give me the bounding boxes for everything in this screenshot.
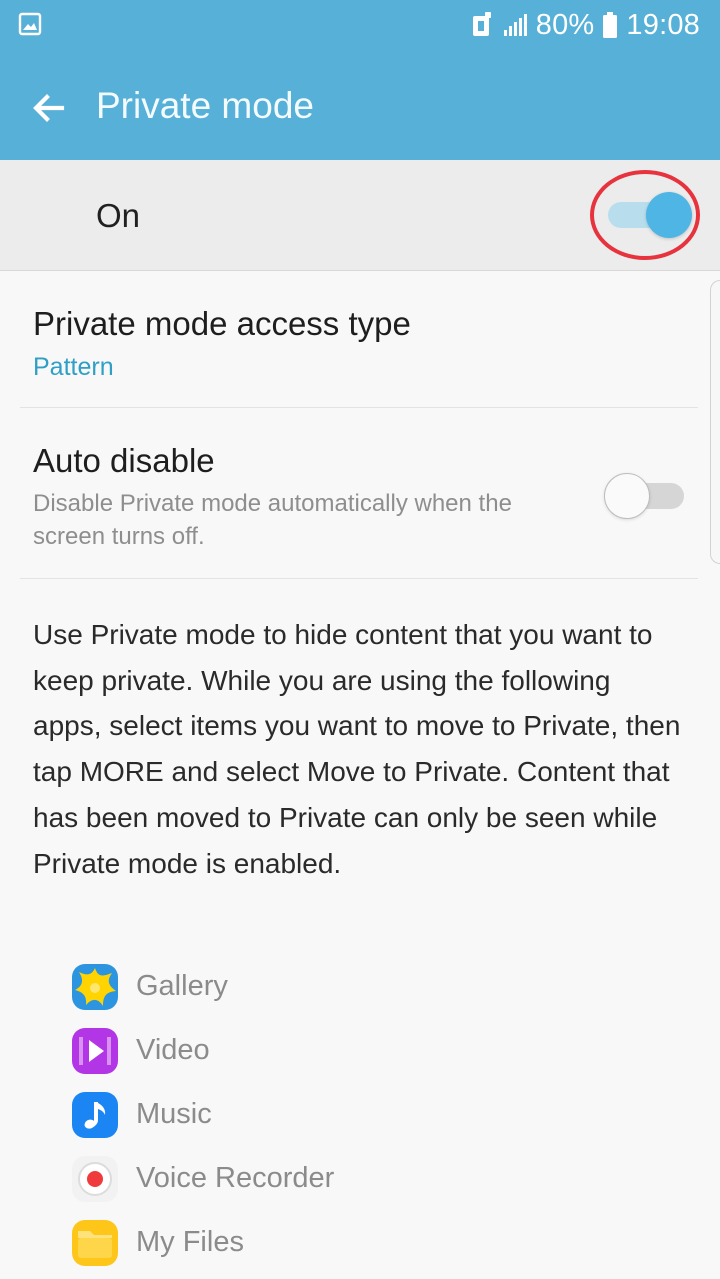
master-switch-toggle[interactable] xyxy=(608,192,692,238)
app-item-my-files: My Files xyxy=(70,1214,590,1278)
status-bar: 80% 19:08 xyxy=(0,0,720,50)
app-item-music: Music xyxy=(70,1086,590,1150)
app-label: Voice Recorder xyxy=(136,1162,335,1194)
app-label: Video xyxy=(136,1034,210,1066)
app-label: My Files xyxy=(136,1226,244,1258)
app-label: Music xyxy=(136,1098,212,1130)
auto-disable-summary: Disable Private mode automatically when … xyxy=(33,490,512,550)
access-type-title: Private mode access type xyxy=(33,305,411,342)
battery-icon xyxy=(603,12,618,38)
gallery-icon xyxy=(72,964,118,1010)
voice-recorder-icon xyxy=(72,1156,118,1202)
access-type-value: Pattern xyxy=(33,353,114,381)
auto-disable-title: Auto disable xyxy=(33,442,215,479)
my-files-icon xyxy=(72,1220,118,1266)
clock: 19:08 xyxy=(626,8,700,41)
back-button[interactable] xyxy=(22,82,74,134)
app-label: Gallery xyxy=(136,970,228,1002)
nfc-icon xyxy=(472,12,491,36)
status-indicators: 80% 19:08 xyxy=(470,5,700,45)
signal-icon xyxy=(503,14,527,36)
video-icon xyxy=(72,1028,118,1074)
arrow-left-icon xyxy=(33,94,65,122)
toggle-knob xyxy=(646,192,692,238)
access-type-setting[interactable]: Private mode access type Pattern xyxy=(0,271,720,407)
battery-percent: 80% xyxy=(535,8,595,41)
app-item-video: Video xyxy=(70,1022,590,1086)
app-item-voice-recorder: Voice Recorder xyxy=(70,1150,590,1214)
edge-panel-handle[interactable] xyxy=(710,280,720,564)
toggle-knob xyxy=(604,473,650,519)
auto-disable-setting[interactable]: Auto disable Disable Private mode automa… xyxy=(0,408,720,578)
gallery-notification-icon xyxy=(18,12,42,36)
private-mode-description: Use Private mode to hide content that yo… xyxy=(33,619,681,879)
app-bar: Private mode xyxy=(0,50,720,160)
divider xyxy=(20,578,698,579)
master-switch-label: On xyxy=(96,197,141,234)
app-item-gallery: Gallery xyxy=(70,958,590,1022)
master-switch-row[interactable]: On xyxy=(0,160,720,271)
auto-disable-toggle[interactable] xyxy=(604,473,684,519)
music-icon xyxy=(72,1092,118,1138)
page-title: Private mode xyxy=(96,85,314,126)
